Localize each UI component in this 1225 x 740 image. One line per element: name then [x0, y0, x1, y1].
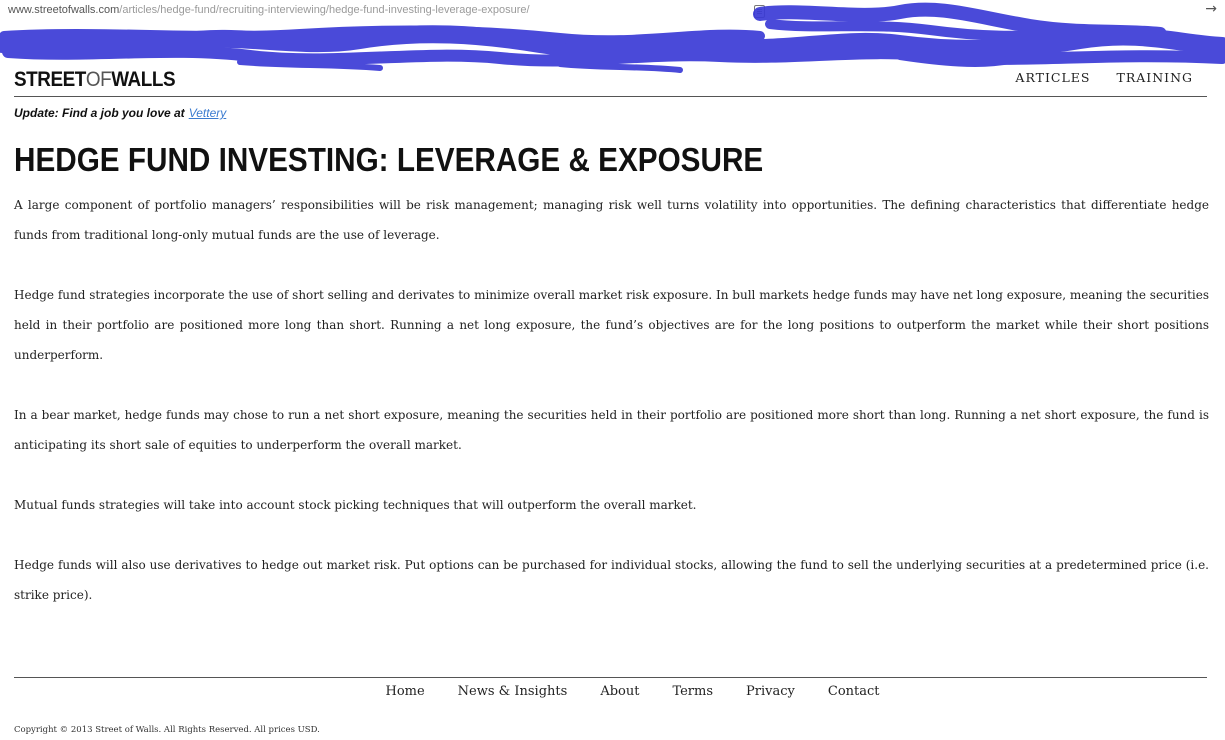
footer-divider	[14, 677, 1207, 678]
footer-link-contact[interactable]: Contact	[828, 684, 880, 699]
url-path: /articles/hedge-fund/recruiting-intervie…	[119, 4, 530, 16]
copyright-text: Copyright © 2013 Street of Walls. All Ri…	[14, 725, 320, 735]
article-paragraph: A large component of portfolio managers’…	[14, 198, 1209, 242]
nav-training-link[interactable]: TRAINING	[1116, 70, 1193, 85]
logo-of: OF	[85, 68, 112, 91]
article-body: A large component of portfolio managers’…	[14, 190, 1209, 640]
footer-link-about[interactable]: About	[600, 684, 639, 699]
footer-nav: Home News & Insights About Terms Privacy…	[0, 684, 1225, 699]
nav-articles-link[interactable]: ARTICLES	[1015, 70, 1090, 85]
update-text: Update: Find a job you love at	[14, 106, 185, 120]
footer-link-terms[interactable]: Terms	[672, 684, 713, 699]
url-host: www.streetofwalls.com	[8, 4, 120, 16]
update-banner: Update: Find a job you love at Vettery	[14, 106, 226, 120]
article-paragraph: Hedge funds will also use derivatives to…	[14, 558, 1209, 602]
article-paragraph: Hedge fund strategies incorporate the us…	[14, 288, 1209, 362]
vettery-link[interactable]: Vettery	[189, 106, 227, 120]
article-paragraph: Mutual funds strategies will take into a…	[14, 498, 697, 512]
page-title: HEDGE FUND INVESTING: LEVERAGE & EXPOSUR…	[14, 141, 764, 178]
url-text[interactable]: www.streetofwalls.com/articles/hedge-fun…	[8, 4, 530, 16]
header-divider	[14, 96, 1207, 97]
site-logo[interactable]: STREETOFWALLS	[14, 68, 176, 92]
logo-street: STREET	[14, 68, 86, 91]
go-arrow-icon[interactable]: →	[1205, 1, 1217, 17]
reader-view-icon[interactable]	[754, 5, 765, 18]
logo-walls: WALLS	[111, 68, 176, 91]
browser-address-bar[interactable]: www.streetofwalls.com/articles/hedge-fun…	[0, 0, 1225, 24]
main-nav: ARTICLES TRAINING	[1015, 70, 1193, 85]
footer-link-home[interactable]: Home	[385, 684, 424, 699]
footer-link-news-insights[interactable]: News & Insights	[458, 684, 568, 699]
article-paragraph: In a bear market, hedge funds may chose …	[14, 408, 1209, 452]
footer-link-privacy[interactable]: Privacy	[746, 684, 795, 699]
